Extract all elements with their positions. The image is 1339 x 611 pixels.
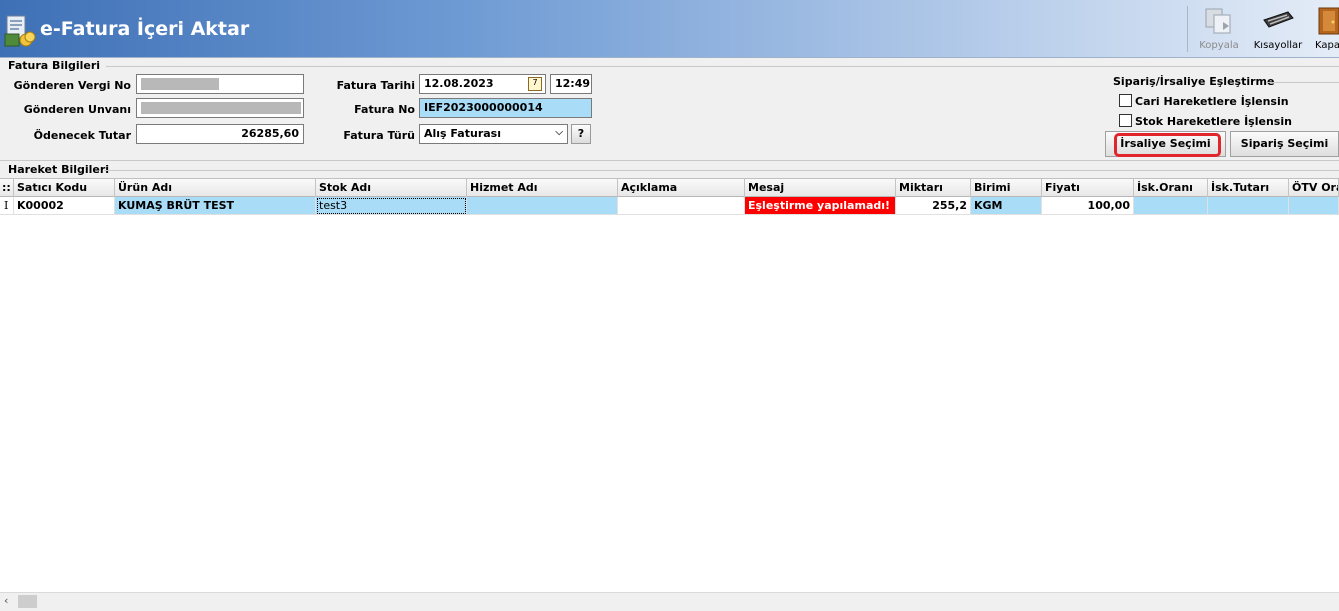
invoice-type-label: Fatura Türü [343, 129, 415, 142]
app-title: e-Fatura İçeri Aktar [40, 18, 250, 40]
amount-field[interactable]: 26285,60 [136, 124, 304, 144]
cell-birimi[interactable]: KGM [971, 197, 1042, 215]
chevron-down-icon: ⌵ [555, 127, 563, 138]
title-bar: e-Fatura İçeri Aktar Kopyala Kısayollar … [0, 0, 1339, 58]
cell-aciklama[interactable] [618, 197, 745, 215]
annotation-highlight [1114, 133, 1221, 157]
keyboard-icon [1263, 11, 1294, 28]
redacted-value [141, 102, 301, 114]
amount-label: Ödenecek Tutar [33, 129, 131, 142]
sender-title-label: Gönderen Unvanı [23, 103, 131, 116]
col-otv-orani[interactable]: ÖTV Oranı [1289, 179, 1339, 197]
cell-mesaj[interactable]: Eşleştirme yapılamadı! [745, 197, 896, 215]
scroll-left-icon[interactable]: ‹ [4, 594, 8, 607]
sender-title-field[interactable] [136, 98, 304, 118]
toolbar-separator [1187, 6, 1188, 52]
invoice-type-select[interactable]: Alış Faturası ⌵ [419, 124, 568, 144]
col-hizmet-adi[interactable]: Hizmet Adı [467, 179, 618, 197]
shortcuts-button[interactable]: Kısayollar [1250, 4, 1306, 56]
cell-hizmet-adi[interactable] [467, 197, 618, 215]
cari-checkbox-label: Cari Hareketlere İşlensin [1135, 95, 1289, 108]
col-urun-adi[interactable]: Ürün Adı [115, 179, 316, 197]
stok-checkbox[interactable] [1119, 114, 1132, 127]
scroll-thumb[interactable] [18, 595, 37, 608]
cell-stok-adi[interactable]: test3 [316, 197, 467, 215]
col-isk-tutari[interactable]: İsk.Tutarı [1208, 179, 1289, 197]
invoice-info-title: Fatura Bilgileri [8, 59, 101, 72]
cell-otv-orani[interactable] [1289, 197, 1339, 215]
redacted-value [141, 78, 219, 90]
sender-tax-no-field[interactable] [136, 74, 304, 94]
row-indicator: I [0, 197, 14, 215]
matching-title: Sipariş/İrsaliye Eşleştirme [1113, 75, 1275, 88]
invoice-date-field[interactable]: 12.08.2023 [419, 74, 546, 94]
exit-door-icon [1318, 7, 1339, 35]
calendar-icon[interactable]: 7 [528, 77, 542, 91]
cell-miktari[interactable]: 255,2 [896, 197, 971, 215]
cari-checkbox[interactable] [1119, 94, 1132, 107]
sender-tax-no-label: Gönderen Vergi No [13, 79, 131, 92]
copy-button[interactable]: Kopyala [1191, 4, 1247, 56]
col-aciklama[interactable]: Açıklama [618, 179, 745, 197]
shortcuts-label: Kısayollar [1253, 40, 1303, 51]
copy-label: Kopyala [1199, 40, 1239, 51]
col-isk-orani[interactable]: İsk.Oranı [1134, 179, 1208, 197]
col-miktari[interactable]: Miktarı [896, 179, 971, 197]
col-stok-adi[interactable]: Stok Adı [316, 179, 467, 197]
cell-isk-orani[interactable] [1134, 197, 1208, 215]
close-label: Kapat [1315, 40, 1339, 51]
horizontal-scrollbar[interactable]: ‹ [0, 592, 1339, 609]
col-mesaj[interactable]: Mesaj [745, 179, 896, 197]
copy-icon [1205, 8, 1231, 34]
cell-urun-adi[interactable]: KUMAŞ BRÜT TEST [115, 197, 316, 215]
grid-header: :: Satıcı Kodu Ürün Adı Stok Adı Hizmet … [0, 179, 1339, 197]
col-fiyati[interactable]: Fiyatı [1042, 179, 1134, 197]
invoice-import-icon [4, 15, 36, 47]
invoice-date-value: 12.08.2023 [424, 77, 494, 90]
movements-divider [104, 170, 1339, 171]
invoice-date-label: Fatura Tarihi [336, 79, 415, 92]
cell-satici-kodu[interactable]: K00002 [14, 197, 115, 215]
siparis-selection-button[interactable]: Sipariş Seçimi [1230, 131, 1339, 157]
col-satici-kodu[interactable]: Satıcı Kodu [14, 179, 115, 197]
col-birimi[interactable]: Birimi [971, 179, 1042, 197]
cell-fiyati[interactable]: 100,00 [1042, 197, 1134, 215]
invoice-time-field[interactable]: 12:49 [550, 74, 592, 94]
row-indicator-header[interactable]: :: [0, 179, 14, 197]
invoice-no-label: Fatura No [354, 103, 415, 116]
stok-checkbox-label: Stok Hareketlere İşlensin [1135, 115, 1292, 128]
invoice-no-field[interactable]: IEF2023000000014 [419, 98, 592, 118]
section-divider [0, 160, 1339, 161]
movements-grid[interactable]: :: Satıcı Kodu Ürün Adı Stok Adı Hizmet … [0, 178, 1339, 592]
movements-title: Hareket Bilgileri [8, 163, 110, 176]
invoice-type-help-button[interactable]: ? [571, 124, 591, 144]
invoice-type-value: Alış Faturası [424, 127, 501, 140]
invoice-info-divider [106, 66, 1339, 67]
table-row[interactable]: I K00002 KUMAŞ BRÜT TEST test3 Eşleştirm… [0, 197, 1339, 215]
cell-isk-tutari[interactable] [1208, 197, 1289, 215]
matching-divider [1266, 82, 1339, 83]
close-button[interactable]: Kapat [1309, 4, 1339, 56]
